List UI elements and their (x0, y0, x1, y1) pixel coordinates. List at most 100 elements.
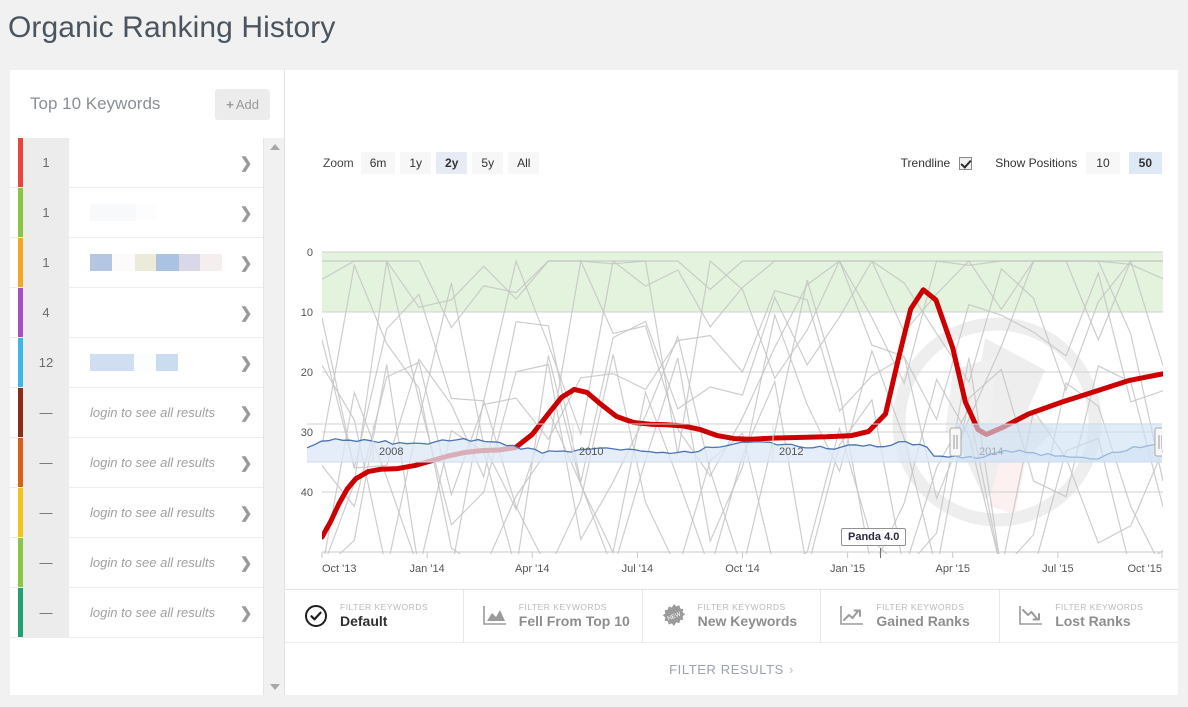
sidebar-scrollbar[interactable] (263, 138, 284, 695)
filter-results-link[interactable]: FILTER RESULTS › (669, 662, 794, 677)
navigator-selection[interactable] (955, 424, 1162, 462)
keyword-rank-cell: — (23, 387, 69, 438)
filter-results-label: FILTER RESULTS (669, 661, 784, 677)
keyword-rank-cell: 1 (23, 138, 69, 188)
chevron-right-icon[interactable]: ❯ (229, 304, 263, 322)
keyword-text (69, 154, 229, 171)
app-shell: Top 10 Keywords + Add 1 ❯ 1 ❯ 1 ❯ 4 ❯ 12 ❯ — login t… (10, 70, 1178, 695)
chart-area: Zoom 6m 1y 2y 5y All Trendline Show Posi… (285, 70, 1178, 589)
x-axis-tick-label: Oct '14 (725, 563, 760, 575)
ranking-chart-plot[interactable]: 010203040Oct '13 Jan '14 Apr '14 Jul '14 Oct… (285, 70, 1178, 589)
keyword-redacted-text (90, 354, 229, 371)
filter-tab-label: Lost Ranks (1055, 612, 1131, 629)
keyword-rank-cell: — (23, 437, 69, 488)
keyword-row[interactable]: — login to see all results ❯ (10, 587, 263, 638)
x-axis-tick-label: Oct '15 (1127, 563, 1162, 575)
chart-navigator[interactable]: 2008201020122014 (307, 421, 1162, 468)
keyword-color-bar (18, 538, 23, 587)
keyword-row[interactable]: 4 ❯ (10, 287, 263, 338)
filter-tab-label: New Keywords (697, 612, 798, 629)
keyword-rank-cell: — (23, 487, 69, 538)
x-axis-tick-label: Apr '15 (935, 563, 970, 575)
y-axis-tick-label: 0 (307, 247, 313, 259)
chevron-right-icon[interactable]: ❯ (229, 604, 263, 622)
keyword-row[interactable]: — login to see all results ❯ (10, 537, 263, 588)
navigator-handle[interactable] (1154, 427, 1162, 457)
chevron-right-icon[interactable]: ❯ (229, 354, 263, 372)
keyword-rank-value: — (39, 455, 53, 470)
chart-down-icon (1017, 602, 1045, 630)
filter-tab-text: FILTER KEYWORDS Lost Ranks (1055, 602, 1143, 631)
filter-tab-text: FILTER KEYWORDS Fell From Top 10 (519, 602, 630, 631)
chevron-right-icon: › (788, 661, 794, 677)
keyword-row[interactable]: 1 ❯ (10, 237, 263, 288)
scroll-up-icon[interactable] (264, 138, 285, 155)
chevron-right-icon[interactable]: ❯ (229, 204, 263, 222)
keyword-color-bar (18, 388, 23, 437)
keyword-rank-value: 1 (42, 255, 50, 270)
filter-tab-lost-ranks[interactable]: FILTER KEYWORDS Lost Ranks (1000, 590, 1178, 642)
keyword-row[interactable]: 1 ❯ (10, 187, 263, 238)
x-axis-tick-label: Oct '13 (322, 563, 357, 575)
add-keyword-button[interactable]: + Add (215, 88, 270, 120)
x-axis-tick-label: Jan '14 (410, 563, 445, 575)
keyword-rank-cell: — (23, 537, 69, 588)
keyword-color-bar (18, 488, 23, 537)
chevron-right-icon[interactable]: ❯ (229, 454, 263, 472)
keyword-color-bar (18, 188, 23, 237)
chevron-right-icon[interactable]: ❯ (229, 404, 263, 422)
keyword-color-bar (18, 138, 23, 187)
new-burst-icon: NEW (660, 602, 688, 630)
chevron-right-icon[interactable]: ❯ (229, 154, 263, 172)
filter-tab-caption: FILTER KEYWORDS (340, 601, 429, 612)
keyword-row[interactable]: 1 ❯ (10, 138, 263, 188)
filter-tab-caption: FILTER KEYWORDS (697, 601, 786, 612)
keyword-text (69, 354, 229, 371)
keyword-rank-value: 1 (42, 155, 50, 170)
keyword-rank-value: 12 (38, 355, 54, 370)
panda-annotation[interactable]: Panda 4.0 (841, 528, 907, 546)
filter-tab-default[interactable]: FILTER KEYWORDS Default (285, 590, 464, 642)
chevron-right-icon[interactable]: ❯ (229, 554, 263, 572)
chart-panel: Zoom 6m 1y 2y 5y All Trendline Show Posi… (285, 70, 1178, 695)
filter-tab-fell-from-top-10[interactable]: FILTER KEYWORDS Fell From Top 10 (464, 590, 643, 642)
filter-tab-label: Fell From Top 10 (518, 612, 630, 629)
keyword-redacted-text (90, 204, 229, 221)
keyword-text: login to see all results (90, 455, 216, 470)
filter-tab-caption: FILTER KEYWORDS (876, 601, 965, 612)
filter-tab-label: Gained Ranks (876, 612, 970, 629)
scroll-down-icon[interactable] (264, 678, 285, 695)
keyword-redacted-text (90, 154, 229, 171)
navigator-year-label: 2008 (379, 446, 403, 458)
keyword-row[interactable]: 12 ❯ (10, 337, 263, 388)
keyword-row[interactable]: — login to see all results ❯ (10, 437, 263, 488)
keyword-row[interactable]: — login to see all results ❯ (10, 487, 263, 538)
filter-tab-text: FILTER KEYWORDS Gained Ranks (876, 602, 969, 631)
keyword-color-bar (18, 438, 23, 487)
keyword-rank-value: — (39, 605, 53, 620)
chevron-right-icon[interactable]: ❯ (229, 254, 263, 272)
y-axis-tick-label: 40 (301, 487, 313, 499)
keyword-color-bar (18, 288, 23, 337)
chevron-right-icon[interactable]: ❯ (229, 504, 263, 522)
keyword-rank-cell: — (23, 587, 69, 638)
navigator-handle[interactable] (949, 427, 962, 457)
keyword-redacted-text (90, 254, 229, 271)
filter-tab-new-keywords[interactable]: NEW FILTER KEYWORDS New Keywords (643, 590, 822, 642)
navigator-year-label: 2010 (579, 446, 603, 458)
y-axis-tick-label: 20 (301, 367, 313, 379)
keyword-rank-cell: 4 (23, 287, 69, 338)
keyword-text (69, 304, 229, 321)
keyword-row[interactable]: — login to see all results ❯ (10, 387, 263, 438)
keyword-text: login to see all results (90, 405, 216, 420)
filter-tab-gained-ranks[interactable]: FILTER KEYWORDS Gained Ranks (821, 590, 1001, 642)
keywords-sidebar: Top 10 Keywords + Add 1 ❯ 1 ❯ 1 ❯ 4 ❯ 12 ❯ — login t… (10, 70, 285, 695)
x-axis-tick-label: Jul '14 (622, 563, 653, 575)
filter-results-bar: FILTER RESULTS › (285, 642, 1178, 695)
filter-tab-label: Default (340, 612, 388, 629)
y-axis-tick-label: 10 (301, 307, 313, 319)
filter-tabs: FILTER KEYWORDS Default FILTER KEYWORDS Fel… (285, 589, 1178, 642)
x-axis-tick-label: Jul '15 (1042, 563, 1073, 575)
keyword-text: login to see all results (90, 605, 216, 620)
keyword-color-bar (18, 238, 23, 287)
